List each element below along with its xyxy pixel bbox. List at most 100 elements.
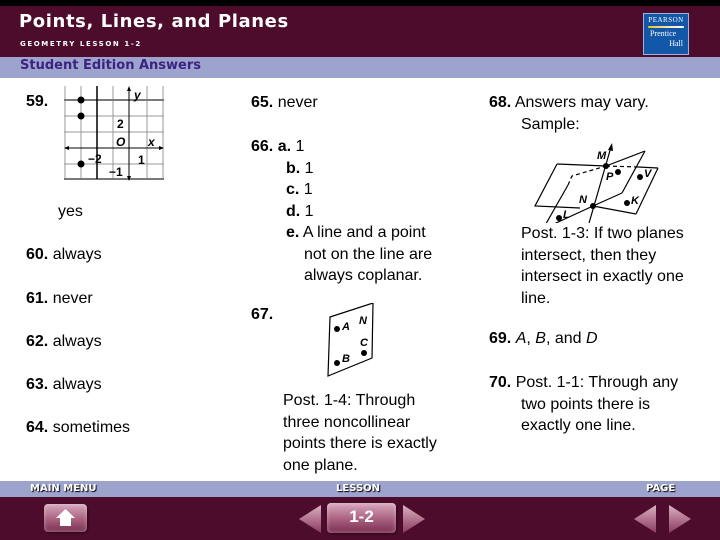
answer-number: 59. bbox=[26, 93, 49, 110]
next-lesson-button[interactable] bbox=[401, 503, 427, 535]
answer-59: 59. bbox=[26, 91, 48, 113]
text-line: Post. 1-3: If two planes bbox=[521, 225, 684, 242]
part-label: b. bbox=[286, 159, 301, 177]
part-text: 1 bbox=[304, 202, 314, 220]
answer-70: 70. Post. 1-1: Through any two points th… bbox=[489, 372, 678, 437]
logo-pearson-text: PEARSON bbox=[648, 16, 684, 24]
answer-67: 67. bbox=[251, 304, 273, 326]
answer-text: always bbox=[52, 246, 102, 263]
part-label: e. bbox=[286, 224, 300, 241]
y-tick-label: −1 bbox=[109, 165, 123, 179]
point-label: L bbox=[563, 209, 570, 221]
page-label: PAGE bbox=[646, 483, 676, 494]
x-axis-label: x bbox=[147, 135, 156, 149]
plane-label: N bbox=[359, 315, 368, 327]
answer-65: 65. never bbox=[251, 92, 318, 114]
point-label: V bbox=[644, 168, 653, 180]
answer-text: always bbox=[52, 333, 102, 350]
next-page-button[interactable] bbox=[667, 503, 693, 535]
logo-hall-text: Hall bbox=[669, 39, 683, 48]
point-label: N bbox=[579, 194, 588, 206]
logo-swoosh bbox=[648, 26, 684, 28]
text-line: Answers may vary. bbox=[514, 94, 649, 111]
part-text: A line and a point bbox=[302, 224, 426, 241]
section-band: Student Edition Answers bbox=[0, 57, 720, 78]
current-lesson-button[interactable]: 1-2 bbox=[327, 503, 396, 533]
answer-61: 61. never bbox=[26, 288, 93, 310]
point-label: A bbox=[341, 321, 350, 333]
answer-text: never bbox=[52, 290, 93, 307]
text-line: exactly one line. bbox=[521, 417, 636, 434]
text-line: three noncollinear bbox=[283, 413, 411, 431]
answer-67-text: Post. 1-4: Through three noncollinear po… bbox=[283, 390, 437, 476]
point-label: C bbox=[360, 337, 369, 349]
text-line: intersect in exactly one bbox=[521, 268, 684, 285]
point-label: P bbox=[606, 171, 614, 183]
answer-number: 63. bbox=[26, 376, 49, 393]
answer-number: 64. bbox=[26, 419, 49, 436]
answer-59-graph: y x O 2 −2 1 −1 bbox=[64, 86, 164, 181]
part-text: 1 bbox=[303, 181, 313, 198]
answer-number: 65. bbox=[251, 94, 274, 111]
part-label: d. bbox=[286, 202, 301, 220]
origin-label: O bbox=[116, 135, 126, 149]
x-tick-label: −2 bbox=[88, 152, 102, 166]
text-line: points there is exactly bbox=[283, 435, 437, 452]
point-label: B bbox=[342, 353, 350, 365]
y-axis-label: y bbox=[133, 88, 142, 102]
previous-lesson-button[interactable] bbox=[297, 503, 323, 535]
point-name: B bbox=[535, 330, 546, 347]
page-title: Points, Lines, and Planes bbox=[19, 11, 289, 32]
part-text: 1 bbox=[304, 159, 314, 177]
footer-nav: 1-2 bbox=[0, 497, 720, 540]
answer-68: 68. Answers may vary. Sample: bbox=[489, 92, 649, 135]
text-line: one plane. bbox=[283, 456, 358, 474]
part-label: a. bbox=[277, 138, 292, 155]
lesson-label: LESSON bbox=[336, 483, 381, 494]
point-label: K bbox=[631, 195, 640, 207]
text-line: intersect, then they bbox=[521, 246, 657, 264]
main-menu-button[interactable] bbox=[44, 504, 87, 532]
logo-prentice-text: Prentice bbox=[650, 29, 677, 38]
text-line: two points there is bbox=[521, 395, 650, 413]
pearson-logo: PEARSON Prentice Hall bbox=[643, 13, 689, 55]
graph-point bbox=[77, 96, 85, 104]
section-title: Student Edition Answers bbox=[20, 58, 202, 73]
footer-label-band: MAIN MENU LESSON PAGE bbox=[0, 481, 720, 497]
part-label: c. bbox=[286, 181, 300, 198]
answer-66: 66. a. 1 b. 1 c. 1 d. 1 e. A line and a … bbox=[251, 136, 432, 287]
point-name: A bbox=[515, 330, 527, 347]
home-icon bbox=[56, 509, 75, 526]
answer-59-text: yes bbox=[58, 203, 83, 220]
answer-text: sometimes bbox=[52, 419, 131, 436]
answer-62: 62. always bbox=[26, 331, 102, 353]
lesson-number: 1-2 bbox=[349, 507, 374, 526]
part-text: always coplanar. bbox=[304, 267, 423, 284]
answer-number: 67. bbox=[251, 306, 274, 323]
answer-64: 64. sometimes bbox=[26, 417, 130, 439]
answer-60: 60. always bbox=[26, 244, 102, 266]
text-line: Sample: bbox=[521, 115, 580, 133]
point-label: M bbox=[597, 150, 607, 162]
answer-63: 63. always bbox=[26, 374, 102, 396]
answer-number: 61. bbox=[26, 290, 49, 307]
text-line: Post. 1-4: Through bbox=[283, 392, 416, 409]
separator: , and bbox=[545, 330, 586, 347]
point-name: D bbox=[585, 330, 598, 347]
answer-68-postulate: Post. 1-3: If two planes intersect, then… bbox=[521, 223, 684, 309]
answer-number: 70. bbox=[489, 374, 512, 391]
answer-69: 69. A, B, and D bbox=[489, 328, 598, 350]
text-line: line. bbox=[521, 289, 551, 307]
answer-text: never bbox=[277, 94, 318, 111]
x-tick-label: 1 bbox=[138, 153, 145, 167]
lesson-subtitle: GEOMETRY LESSON 1-2 bbox=[20, 40, 142, 48]
previous-page-button[interactable] bbox=[632, 503, 658, 535]
graph-point bbox=[77, 112, 85, 120]
answer-67-plane-figure: A B C N bbox=[327, 303, 374, 377]
text-line: Post. 1-1: Through any bbox=[515, 374, 679, 391]
main-menu-label: MAIN MENU bbox=[30, 483, 97, 494]
answer-number: 68. bbox=[489, 94, 512, 111]
answer-68-intersecting-planes-figure: M P V N K L bbox=[534, 143, 659, 223]
y-tick-label: 2 bbox=[117, 117, 124, 131]
answer-number: 60. bbox=[26, 246, 49, 263]
